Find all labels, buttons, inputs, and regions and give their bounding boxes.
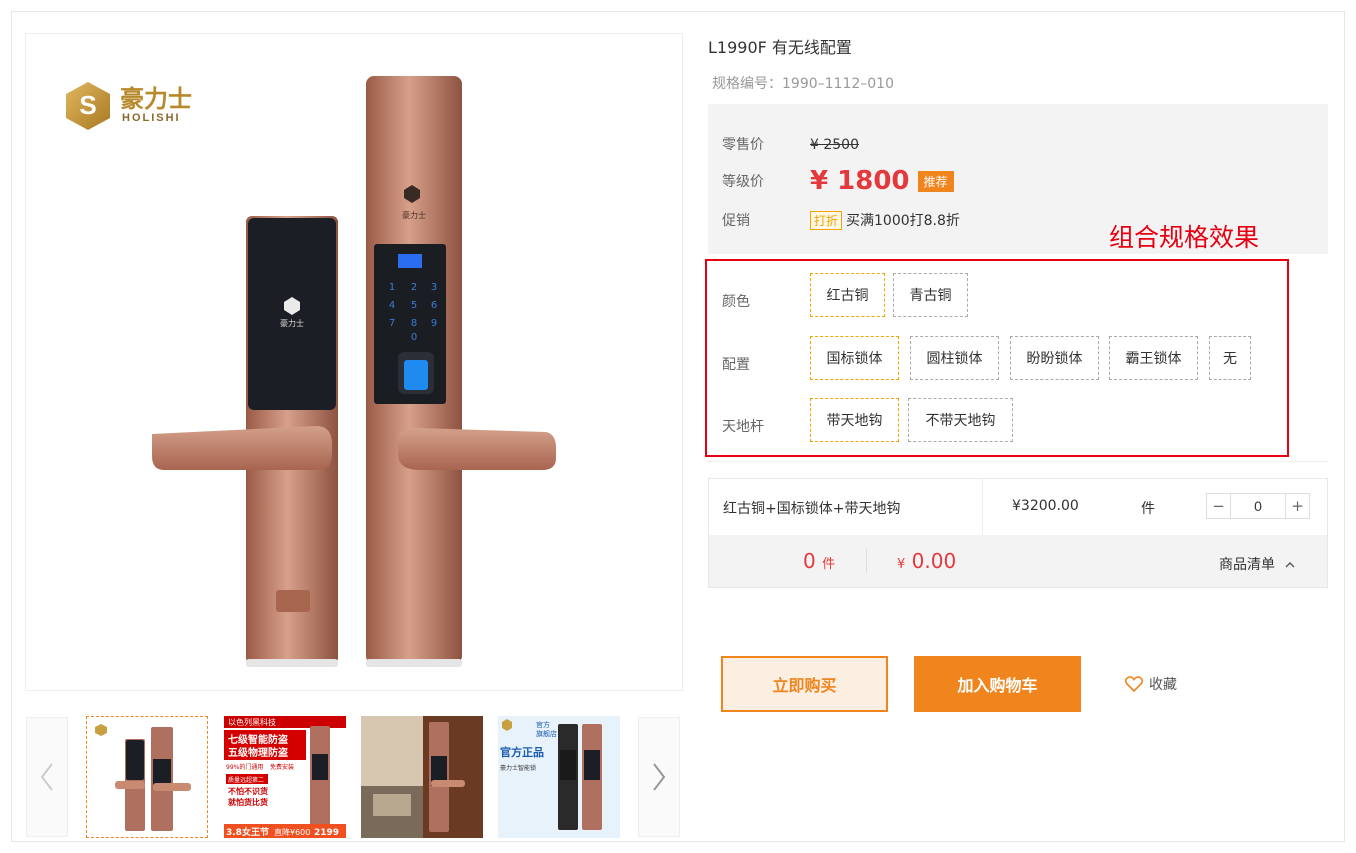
- config-option-panpan[interactable]: 盼盼锁体: [1010, 336, 1099, 380]
- promo-row: 促销 打折 买满1000打8.8折: [722, 210, 960, 230]
- svg-text:2199: 2199: [314, 828, 339, 838]
- combo-name: 红古铜+国标锁体+带天地钩: [723, 501, 901, 517]
- level-price-row: 等级价 ¥ 1800 推荐: [722, 166, 954, 196]
- svg-text:就怕货比货: 就怕货比货: [228, 797, 268, 807]
- product-list-toggle[interactable]: 商品清单: [1219, 554, 1295, 574]
- summary-count: 0 件: [803, 549, 835, 573]
- svg-text:五级物理防盗: 五级物理防盗: [228, 746, 288, 759]
- color-option-green-bronze[interactable]: 青古铜: [893, 273, 968, 317]
- add-to-cart-button[interactable]: 加入购物车: [914, 656, 1081, 712]
- svg-text:6: 6: [431, 300, 437, 311]
- favorite-label: 收藏: [1149, 677, 1177, 693]
- chevron-up-icon: [1285, 562, 1295, 568]
- svg-text:不怕不识货: 不怕不识货: [228, 786, 268, 796]
- svg-text:以色列黑科技: 以色列黑科技: [228, 717, 276, 727]
- combo-box: 红古铜+国标锁体+带天地钩 ¥3200.00 件 − + 0 件 ¥ 0.00 …: [708, 478, 1328, 588]
- svg-text:官方: 官方: [536, 720, 550, 729]
- promo-label: 促销: [722, 213, 750, 229]
- config-option-national[interactable]: 国标锁体: [810, 336, 899, 380]
- svg-text:豪力士: 豪力士: [280, 318, 304, 328]
- level-price-value: ¥ 1800: [810, 166, 910, 196]
- brand-logo-en: HOLISHI: [122, 112, 181, 124]
- combo-effect-annotation: 组合规格效果: [1109, 223, 1260, 252]
- favorite-button[interactable]: 收藏: [1125, 674, 1177, 694]
- svg-text:免费安装: 免费安装: [270, 763, 294, 771]
- retail-price-row: 零售价 ¥ 2500: [722, 134, 859, 154]
- thumbnail-4[interactable]: 官方 旗舰店 官方正品 豪力士智能锁: [498, 716, 620, 838]
- spec-code: 规格编号：1990–1112–010: [712, 76, 894, 92]
- svg-text:2: 2: [411, 282, 417, 293]
- quantity-plus-button[interactable]: +: [1285, 494, 1309, 518]
- combo-separator: [982, 479, 983, 535]
- promo-text: 买满1000打8.8折: [846, 213, 960, 229]
- svg-text:质量远超第二: 质量远超第二: [228, 776, 264, 784]
- discount-badge: 打折: [810, 211, 843, 230]
- svg-text:1: 1: [389, 282, 395, 293]
- config-label: 配置: [722, 357, 750, 373]
- rod-option-without-hook[interactable]: 不带天地钩: [908, 398, 1013, 442]
- rod-label: 天地杆: [722, 419, 764, 435]
- svg-text:7: 7: [389, 318, 395, 329]
- svg-text:9: 9: [431, 318, 437, 329]
- chevron-right-icon: [653, 763, 666, 791]
- svg-text:豪力士智能锁: 豪力士智能锁: [500, 764, 536, 772]
- divider: [708, 461, 1328, 462]
- svg-text:4: 4: [389, 300, 395, 311]
- heart-icon: [1125, 676, 1143, 692]
- quantity-stepper: − +: [1206, 493, 1310, 519]
- quantity-input[interactable]: [1231, 494, 1285, 518]
- chevron-left-icon: [40, 763, 53, 791]
- config-option-bawang[interactable]: 霸王锁体: [1109, 336, 1198, 380]
- svg-text:3.8女王节: 3.8女王节: [226, 826, 269, 838]
- svg-text:直降¥600: 直降¥600: [274, 827, 310, 837]
- brand-logo: S 豪力士 HOLISHI: [66, 82, 192, 130]
- combo-row: 红古铜+国标锁体+带天地钩 ¥3200.00 件 − +: [709, 479, 1327, 535]
- retail-price-label: 零售价: [722, 137, 764, 153]
- product-list-label: 商品清单: [1219, 557, 1275, 573]
- svg-text:旗舰店: 旗舰店: [536, 729, 557, 738]
- summary-currency: ¥: [897, 557, 906, 572]
- summary-total: ¥ 0.00: [897, 549, 956, 573]
- recommend-badge: 推荐: [917, 170, 954, 192]
- buy-now-button[interactable]: 立即购买: [721, 656, 888, 712]
- svg-text:3: 3: [431, 282, 437, 293]
- brand-logo-cn: 豪力士: [120, 84, 192, 113]
- main-product-image: S 豪力士 HOLISHI 豪力士 1 2 3 4 5 6 7 8 9 0 豪力士: [25, 33, 683, 691]
- thumbnail-2[interactable]: 以色列黑科技 七级智能防盗 五级物理防盗 99%的门通用 免费安装 质量远超第二…: [224, 716, 346, 838]
- combo-price: ¥3200.00: [1012, 498, 1079, 514]
- thumbnail-prev-button[interactable]: [26, 717, 68, 837]
- config-option-none[interactable]: 无: [1209, 336, 1251, 380]
- thumbnail-3[interactable]: [361, 716, 483, 838]
- summary-count-unit: 件: [822, 557, 836, 572]
- thumbnail-next-button[interactable]: [638, 717, 680, 837]
- summary-total-value: 0.00: [911, 549, 957, 573]
- svg-text:七级智能防盗: 七级智能防盗: [228, 733, 288, 746]
- svg-text:99%的门通用: 99%的门通用: [226, 763, 263, 771]
- rod-option-with-hook[interactable]: 带天地钩: [810, 398, 899, 442]
- svg-text:8: 8: [411, 318, 417, 329]
- combo-unit: 件: [1141, 501, 1155, 517]
- level-price-label: 等级价: [722, 174, 764, 190]
- product-title: L1990F 有无线配置: [708, 38, 852, 57]
- summary-count-value: 0: [803, 549, 816, 573]
- color-label: 颜色: [722, 294, 750, 310]
- svg-text:官方正品: 官方正品: [500, 745, 544, 759]
- svg-text:S: S: [79, 90, 96, 120]
- svg-text:5: 5: [411, 300, 417, 311]
- thumbnail-1[interactable]: [86, 716, 208, 838]
- cart-summary: 0 件 ¥ 0.00 商品清单: [709, 535, 1327, 587]
- retail-price-value: ¥ 2500: [810, 137, 859, 153]
- svg-text:0: 0: [411, 332, 417, 343]
- config-option-cylinder[interactable]: 圆柱锁体: [910, 336, 999, 380]
- quantity-minus-button[interactable]: −: [1207, 494, 1231, 518]
- summary-separator: [866, 549, 867, 573]
- color-option-red-bronze[interactable]: 红古铜: [810, 273, 885, 317]
- svg-text:豪力士: 豪力士: [402, 210, 426, 220]
